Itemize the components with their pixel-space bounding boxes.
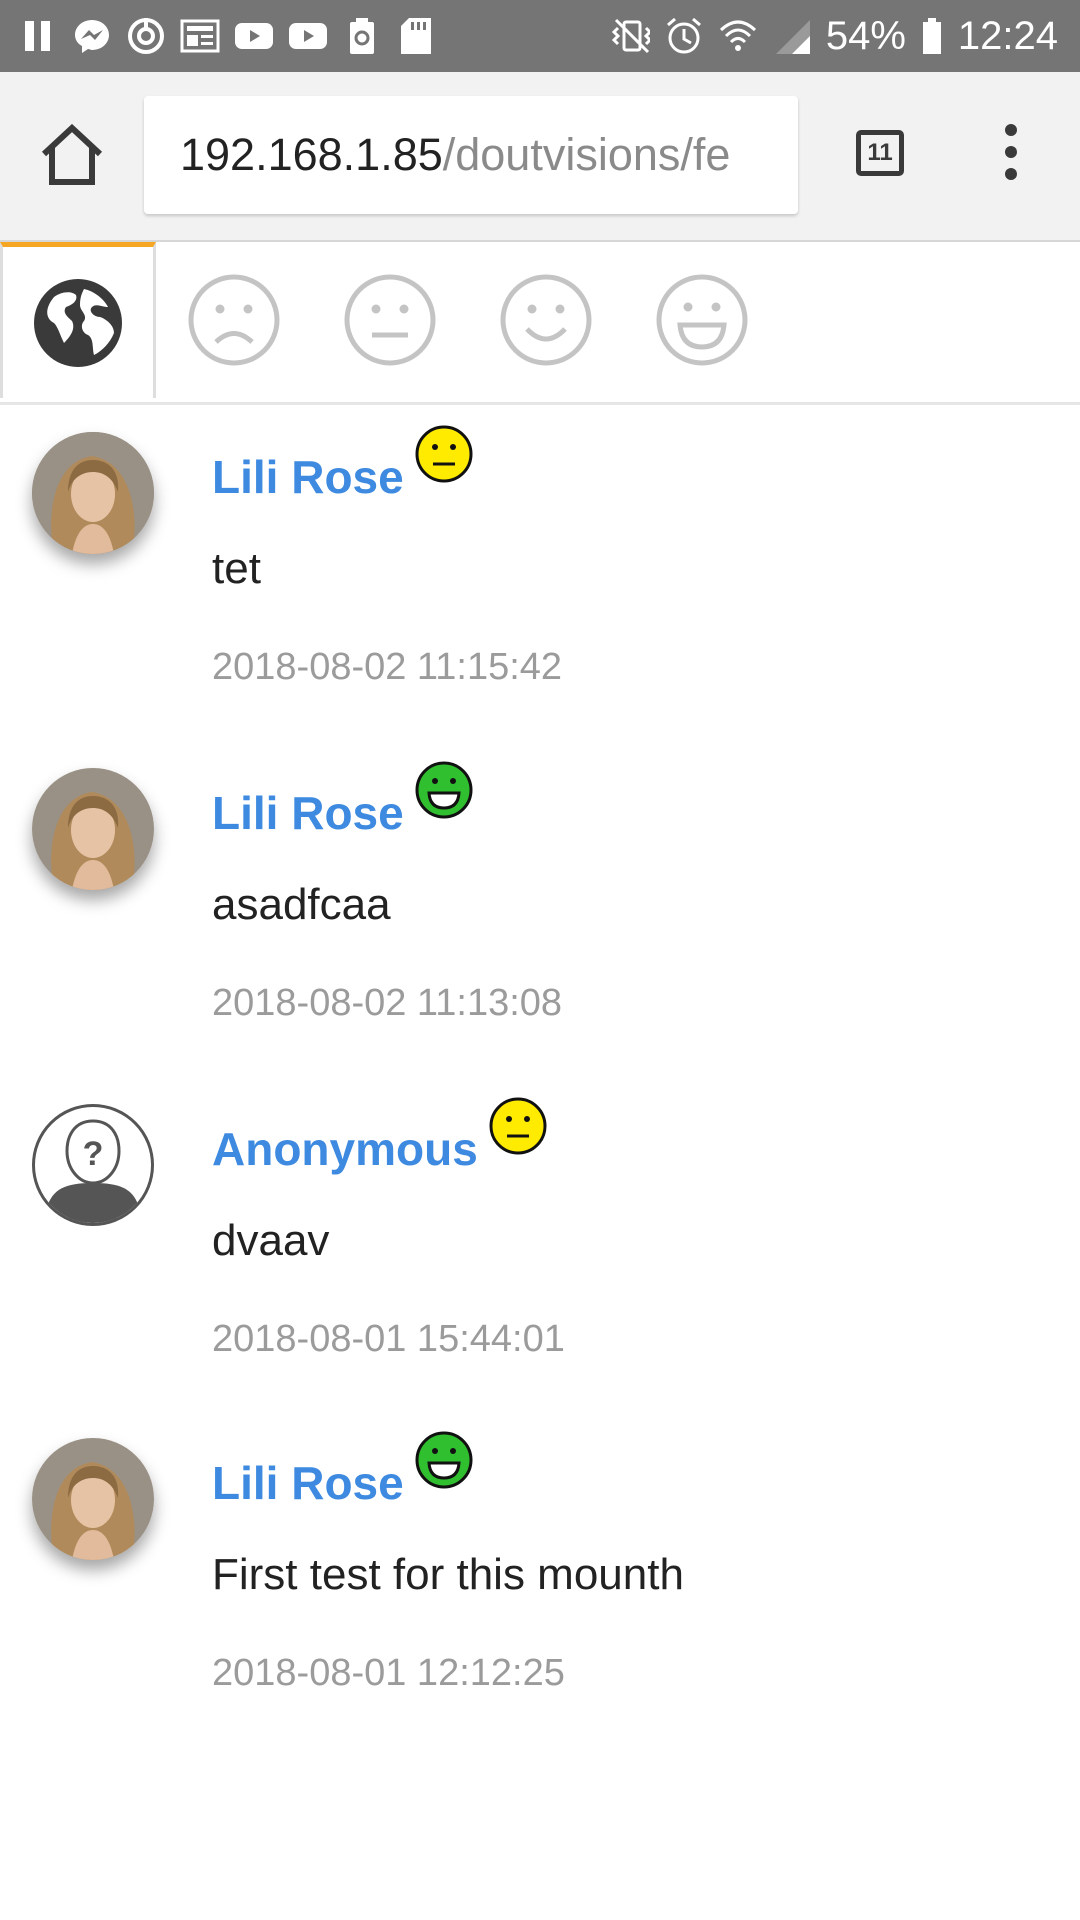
filter-all[interactable] — [0, 242, 156, 398]
tabs-button[interactable]: 11 — [856, 130, 904, 176]
author-name[interactable]: Lili Rose — [212, 761, 474, 840]
filter-smile[interactable] — [468, 242, 624, 398]
sad-face-icon — [188, 274, 280, 366]
author-name-text: Lili Rose — [212, 451, 404, 503]
author-name-text: Lili Rose — [212, 1457, 404, 1509]
battery-icon — [920, 16, 944, 56]
mood-neutral-icon — [488, 1096, 548, 1167]
status-bar: 54% 12:24 — [0, 0, 1080, 72]
author-name-text: Anonymous — [212, 1123, 478, 1175]
grin-face-icon — [656, 274, 748, 366]
comment-timestamp: 2018-08-01 12:12:25 — [212, 1652, 565, 1694]
signal-icon — [772, 16, 812, 56]
news-icon — [180, 16, 220, 56]
svg-text:?: ? — [83, 1135, 104, 1173]
mood-happy-icon — [414, 760, 474, 831]
avatar[interactable] — [32, 432, 154, 554]
url-host: 192.168.1.85 — [180, 129, 443, 180]
clock: 12:24 — [957, 13, 1058, 58]
avatar[interactable]: ? — [32, 1104, 154, 1226]
url-bar[interactable]: 192.168.1.85/doutvisions/fe — [144, 96, 798, 214]
author-name[interactable]: Lili Rose — [212, 1431, 474, 1510]
anonymous-user-icon: ? — [47, 1119, 139, 1223]
mood-filter-bar — [0, 242, 1080, 405]
url-text: 192.168.1.85/doutvisions/fe — [180, 96, 730, 214]
author-name[interactable]: Lili Rose — [212, 425, 474, 504]
comment-text: dvaav — [212, 1216, 330, 1265]
filter-neutral[interactable] — [312, 242, 468, 398]
overflow-menu-icon[interactable] — [996, 124, 1026, 184]
sd-card-icon — [396, 16, 436, 56]
browser-toolbar: 192.168.1.85/doutvisions/fe 11 — [0, 72, 1080, 242]
youtube-icon — [234, 16, 274, 56]
globe-icon — [34, 278, 122, 367]
avatar[interactable] — [32, 1438, 154, 1560]
mood-neutral-icon — [414, 424, 474, 495]
messenger-icon — [72, 16, 112, 56]
notification-icons — [18, 14, 436, 58]
vibrate-icon — [610, 16, 650, 56]
youtube-icon — [288, 16, 328, 56]
url-path: /doutvisions/fe — [442, 129, 731, 180]
home-icon — [41, 123, 103, 185]
filter-sad[interactable] — [156, 242, 312, 398]
comment-text: tet — [212, 544, 261, 593]
comment-timestamp: 2018-08-01 15:44:01 — [212, 1318, 565, 1360]
author-name[interactable]: Anonymous — [212, 1097, 548, 1176]
neutral-face-icon — [344, 274, 436, 366]
smile-face-icon — [500, 274, 592, 366]
author-name-text: Lili Rose — [212, 787, 404, 839]
comment-timestamp: 2018-08-02 11:13:08 — [212, 982, 563, 1024]
battery-saver-icon — [342, 16, 382, 56]
battery-percent: 54% — [825, 13, 906, 58]
sync-icon — [126, 16, 166, 56]
wifi-icon — [718, 16, 758, 56]
comment-text: asadfcaa — [212, 880, 391, 929]
mood-happy-icon — [414, 1430, 474, 1501]
pause-icon — [18, 16, 58, 56]
comment-text: First test for this mounth — [212, 1550, 684, 1599]
tab-count: 11 — [867, 139, 893, 166]
avatar[interactable] — [32, 768, 154, 890]
alarm-icon — [664, 16, 704, 56]
system-status: 54% 12:24 — [610, 10, 1058, 62]
filter-grin[interactable] — [624, 242, 780, 398]
home-button[interactable] — [38, 123, 106, 188]
comment-timestamp: 2018-08-02 11:15:42 — [212, 646, 563, 688]
